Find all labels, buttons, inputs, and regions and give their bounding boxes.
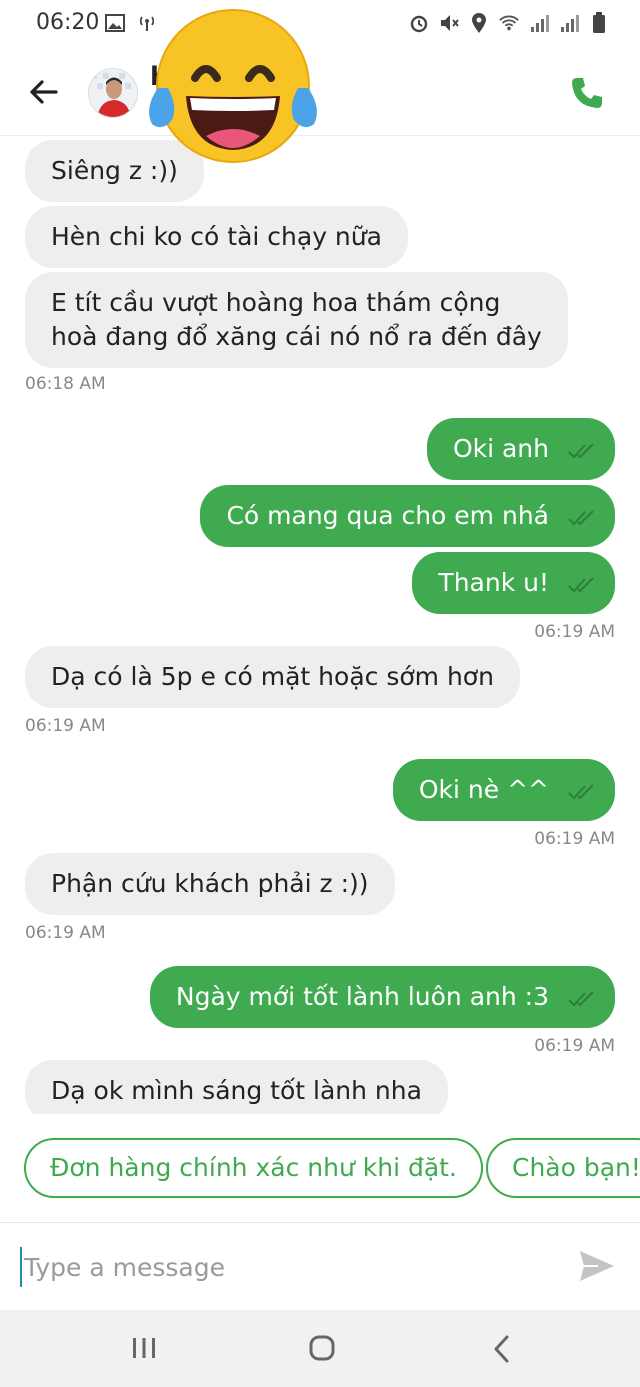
message-timestamp: 06:19 AM [25,923,106,943]
message-timestamp: 06:18 AM [25,374,106,394]
double-check-icon [568,991,594,1007]
nav-back-button[interactable] [482,1332,522,1366]
message-incoming[interactable]: E tít cầu vượt hoàng hoa thám cộng hoà đ… [25,272,568,368]
message-outgoing[interactable]: Có mang qua cho em nhá [200,485,615,547]
quick-reply-chip[interactable]: Chào bạn! [486,1138,640,1198]
laughing-emoji-sticker [140,8,326,168]
wifi-icon [498,12,520,34]
message-outgoing[interactable]: Ngày mới tốt lành luôn anh :3 [149,966,615,1028]
message-timestamp: 06:19 AM [534,829,615,849]
home-button[interactable] [302,1332,342,1366]
message-outgoing[interactable]: Oki nè ^^ [392,759,615,821]
battery-icon [588,12,610,34]
phone-icon [572,78,602,108]
composer [0,1222,640,1310]
back-arrow-icon [30,80,58,104]
mute-icon [438,12,460,34]
back-button[interactable] [26,74,62,110]
send-icon [580,1251,614,1281]
recent-apps-button[interactable] [124,1332,164,1366]
message-input[interactable] [20,1247,560,1287]
message-timestamp: 06:19 AM [534,1036,615,1056]
message-incoming[interactable]: Dạ ok mình sáng tốt lành nha [25,1060,448,1114]
location-icon [468,12,490,34]
system-nav-bar [0,1310,640,1387]
alarm-icon [408,12,430,34]
message-list: Siêng z :)) Hèn chi ko có tài chạy nữa E… [0,136,640,1114]
double-check-icon [568,577,594,593]
quick-reply-chip[interactable]: Đơn hàng chính xác như khi đặt. [24,1138,483,1198]
message-outgoing[interactable]: Thank u! [412,552,615,614]
double-check-icon [568,784,594,800]
signal-icon [558,12,580,34]
back-icon [494,1335,509,1363]
status-time: 06:20 [36,10,100,35]
double-check-icon [568,443,594,459]
send-button[interactable] [578,1249,616,1283]
message-incoming[interactable]: Dạ có là 5p e có mặt hoặc sớm hơn [25,646,520,708]
signal-icon [528,12,550,34]
double-check-icon [568,510,594,526]
message-timestamp: 06:19 AM [25,716,106,736]
message-timestamp: 06:19 AM [534,622,615,642]
quick-replies: Đơn hàng chính xác như khi đặt. Chào bạn… [0,1134,640,1204]
avatar[interactable] [88,68,138,118]
message-incoming[interactable]: Phận cứu khách phải z :)) [25,853,395,915]
message-outgoing[interactable]: Oki anh [426,418,615,480]
message-incoming[interactable]: Hèn chi ko có tài chạy nữa [25,206,408,268]
recent-apps-icon [133,1338,155,1358]
call-button[interactable] [568,74,606,112]
image-icon [104,12,126,34]
home-icon [309,1335,335,1361]
